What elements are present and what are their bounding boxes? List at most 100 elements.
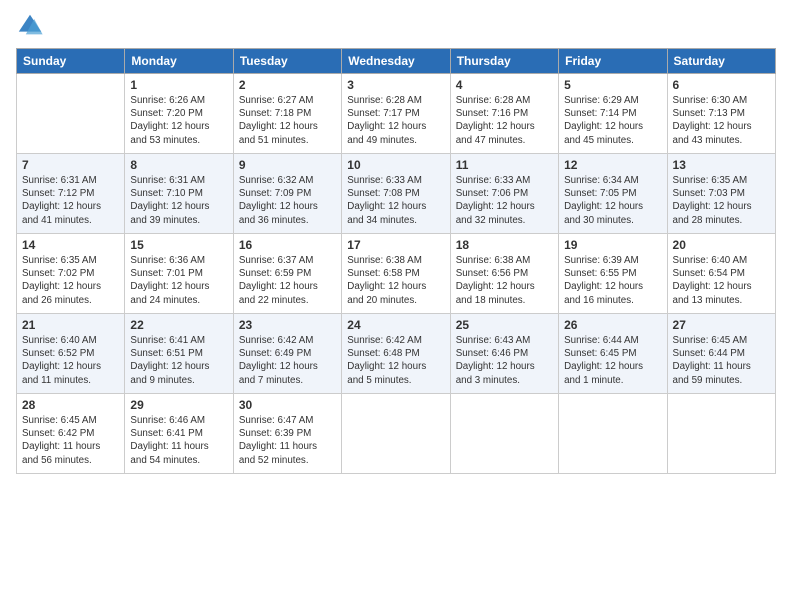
day-cell: [559, 394, 667, 474]
day-info: Sunrise: 6:33 AM Sunset: 7:06 PM Dayligh…: [456, 174, 553, 227]
week-row-1: 1 Sunrise: 6:26 AM Sunset: 7:20 PM Daylig…: [17, 74, 776, 154]
day-cell: 20 Sunrise: 6:40 AM Sunset: 6:54 PM Dayli…: [667, 234, 775, 314]
day-info: Sunrise: 6:41 AM Sunset: 6:51 PM Dayligh…: [130, 334, 227, 387]
day-cell: 30 Sunrise: 6:47 AM Sunset: 6:39 PM Dayli…: [233, 394, 341, 474]
logo: [16, 12, 46, 40]
day-cell: 28 Sunrise: 6:45 AM Sunset: 6:42 PM Dayli…: [17, 394, 125, 474]
day-number: 1: [130, 78, 227, 92]
day-cell: 21 Sunrise: 6:40 AM Sunset: 6:52 PM Dayli…: [17, 314, 125, 394]
col-header-sunday: Sunday: [17, 49, 125, 74]
col-header-monday: Monday: [125, 49, 233, 74]
day-info: Sunrise: 6:45 AM Sunset: 6:42 PM Dayligh…: [22, 414, 119, 467]
day-info: Sunrise: 6:29 AM Sunset: 7:14 PM Dayligh…: [564, 94, 661, 147]
day-number: 15: [130, 238, 227, 252]
header: [16, 12, 776, 40]
day-cell: 15 Sunrise: 6:36 AM Sunset: 7:01 PM Dayli…: [125, 234, 233, 314]
day-info: Sunrise: 6:26 AM Sunset: 7:20 PM Dayligh…: [130, 94, 227, 147]
day-info: Sunrise: 6:35 AM Sunset: 7:02 PM Dayligh…: [22, 254, 119, 307]
day-cell: [17, 74, 125, 154]
day-cell: 27 Sunrise: 6:45 AM Sunset: 6:44 PM Dayli…: [667, 314, 775, 394]
day-info: Sunrise: 6:46 AM Sunset: 6:41 PM Dayligh…: [130, 414, 227, 467]
day-number: 2: [239, 78, 336, 92]
day-info: Sunrise: 6:30 AM Sunset: 7:13 PM Dayligh…: [673, 94, 770, 147]
col-header-tuesday: Tuesday: [233, 49, 341, 74]
day-cell: 25Sunrise: 6:43 AM Sunset: 6:46 PM Dayli…: [450, 314, 558, 394]
week-row-2: 7Sunrise: 6:31 AM Sunset: 7:12 PM Daylig…: [17, 154, 776, 234]
day-cell: 5 Sunrise: 6:29 AM Sunset: 7:14 PM Daylig…: [559, 74, 667, 154]
day-number: 19: [564, 238, 661, 252]
day-info: Sunrise: 6:40 AM Sunset: 6:54 PM Dayligh…: [673, 254, 770, 307]
day-cell: 16 Sunrise: 6:37 AM Sunset: 6:59 PM Dayli…: [233, 234, 341, 314]
day-number: 7: [22, 158, 119, 172]
day-cell: [667, 394, 775, 474]
day-cell: [450, 394, 558, 474]
calendar-container: SundayMondayTuesdayWednesdayThursdayFrid…: [0, 0, 792, 482]
day-cell: 3Sunrise: 6:28 AM Sunset: 7:17 PM Daylig…: [342, 74, 450, 154]
day-number: 20: [673, 238, 770, 252]
col-header-friday: Friday: [559, 49, 667, 74]
day-cell: 24 Sunrise: 6:42 AM Sunset: 6:48 PM Dayli…: [342, 314, 450, 394]
day-info: Sunrise: 6:37 AM Sunset: 6:59 PM Dayligh…: [239, 254, 336, 307]
day-info: Sunrise: 6:47 AM Sunset: 6:39 PM Dayligh…: [239, 414, 336, 467]
col-header-wednesday: Wednesday: [342, 49, 450, 74]
day-cell: 12Sunrise: 6:34 AM Sunset: 7:05 PM Dayli…: [559, 154, 667, 234]
day-number: 8: [130, 158, 227, 172]
day-info: Sunrise: 6:36 AM Sunset: 7:01 PM Dayligh…: [130, 254, 227, 307]
col-header-thursday: Thursday: [450, 49, 558, 74]
day-cell: 4Sunrise: 6:28 AM Sunset: 7:16 PM Daylig…: [450, 74, 558, 154]
day-info: Sunrise: 6:38 AM Sunset: 6:58 PM Dayligh…: [347, 254, 444, 307]
day-info: Sunrise: 6:39 AM Sunset: 6:55 PM Dayligh…: [564, 254, 661, 307]
day-info: Sunrise: 6:32 AM Sunset: 7:09 PM Dayligh…: [239, 174, 336, 227]
week-row-3: 14 Sunrise: 6:35 AM Sunset: 7:02 PM Dayli…: [17, 234, 776, 314]
day-info: Sunrise: 6:35 AM Sunset: 7:03 PM Dayligh…: [673, 174, 770, 227]
day-number: 21: [22, 318, 119, 332]
day-cell: 11 Sunrise: 6:33 AM Sunset: 7:06 PM Dayli…: [450, 154, 558, 234]
day-number: 28: [22, 398, 119, 412]
header-row: SundayMondayTuesdayWednesdayThursdayFrid…: [17, 49, 776, 74]
day-cell: 8Sunrise: 6:31 AM Sunset: 7:10 PM Daylig…: [125, 154, 233, 234]
day-number: 30: [239, 398, 336, 412]
day-number: 16: [239, 238, 336, 252]
day-cell: 14 Sunrise: 6:35 AM Sunset: 7:02 PM Dayli…: [17, 234, 125, 314]
day-cell: 10Sunrise: 6:33 AM Sunset: 7:08 PM Dayli…: [342, 154, 450, 234]
day-info: Sunrise: 6:38 AM Sunset: 6:56 PM Dayligh…: [456, 254, 553, 307]
day-number: 5: [564, 78, 661, 92]
logo-icon: [16, 12, 44, 40]
day-number: 13: [673, 158, 770, 172]
week-row-5: 28 Sunrise: 6:45 AM Sunset: 6:42 PM Dayli…: [17, 394, 776, 474]
day-cell: [342, 394, 450, 474]
day-number: 14: [22, 238, 119, 252]
day-cell: 6Sunrise: 6:30 AM Sunset: 7:13 PM Daylig…: [667, 74, 775, 154]
day-number: 27: [673, 318, 770, 332]
day-info: Sunrise: 6:45 AM Sunset: 6:44 PM Dayligh…: [673, 334, 770, 387]
day-cell: 23Sunrise: 6:42 AM Sunset: 6:49 PM Dayli…: [233, 314, 341, 394]
week-row-4: 21 Sunrise: 6:40 AM Sunset: 6:52 PM Dayli…: [17, 314, 776, 394]
day-number: 22: [130, 318, 227, 332]
day-number: 10: [347, 158, 444, 172]
day-number: 3: [347, 78, 444, 92]
day-info: Sunrise: 6:44 AM Sunset: 6:45 PM Dayligh…: [564, 334, 661, 387]
day-number: 29: [130, 398, 227, 412]
calendar-table: SundayMondayTuesdayWednesdayThursdayFrid…: [16, 48, 776, 474]
day-info: Sunrise: 6:43 AM Sunset: 6:46 PM Dayligh…: [456, 334, 553, 387]
col-header-saturday: Saturday: [667, 49, 775, 74]
day-cell: 22 Sunrise: 6:41 AM Sunset: 6:51 PM Dayli…: [125, 314, 233, 394]
day-info: Sunrise: 6:27 AM Sunset: 7:18 PM Dayligh…: [239, 94, 336, 147]
day-cell: 18 Sunrise: 6:38 AM Sunset: 6:56 PM Dayli…: [450, 234, 558, 314]
day-cell: 29 Sunrise: 6:46 AM Sunset: 6:41 PM Dayli…: [125, 394, 233, 474]
day-cell: 19 Sunrise: 6:39 AM Sunset: 6:55 PM Dayli…: [559, 234, 667, 314]
day-info: Sunrise: 6:42 AM Sunset: 6:48 PM Dayligh…: [347, 334, 444, 387]
day-number: 11: [456, 158, 553, 172]
day-cell: 2 Sunrise: 6:27 AM Sunset: 7:18 PM Daylig…: [233, 74, 341, 154]
day-number: 17: [347, 238, 444, 252]
day-number: 24: [347, 318, 444, 332]
day-number: 9: [239, 158, 336, 172]
day-cell: 13 Sunrise: 6:35 AM Sunset: 7:03 PM Dayli…: [667, 154, 775, 234]
day-cell: 9 Sunrise: 6:32 AM Sunset: 7:09 PM Daylig…: [233, 154, 341, 234]
day-info: Sunrise: 6:40 AM Sunset: 6:52 PM Dayligh…: [22, 334, 119, 387]
day-cell: 7Sunrise: 6:31 AM Sunset: 7:12 PM Daylig…: [17, 154, 125, 234]
day-number: 23: [239, 318, 336, 332]
day-number: 12: [564, 158, 661, 172]
day-cell: 26Sunrise: 6:44 AM Sunset: 6:45 PM Dayli…: [559, 314, 667, 394]
day-number: 18: [456, 238, 553, 252]
